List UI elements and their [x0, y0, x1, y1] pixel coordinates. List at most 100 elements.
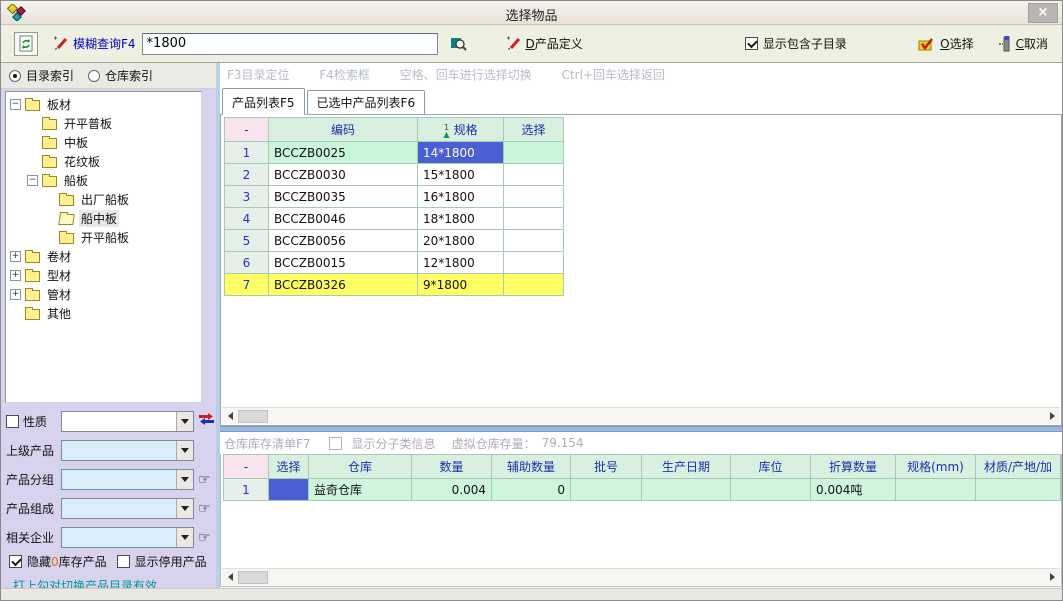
- column-header-code[interactable]: 编码: [269, 118, 418, 142]
- refresh-document-button[interactable]: [14, 32, 38, 56]
- collapse-icon[interactable]: −: [27, 175, 38, 186]
- hide-zero-stock-checkbox[interactable]: 隐藏0库存产品: [9, 553, 107, 570]
- cell-index[interactable]: 5: [225, 230, 269, 252]
- radio-icon[interactable]: [88, 70, 100, 82]
- cell-pick[interactable]: [504, 230, 564, 252]
- expand-icon[interactable]: +: [10, 270, 21, 281]
- column-header-material[interactable]: 材质/产地/加: [976, 455, 1061, 479]
- cell-index[interactable]: 1: [224, 479, 269, 501]
- cell-spec[interactable]: 12*1800: [418, 252, 504, 274]
- scroll-left-arrow[interactable]: [222, 408, 238, 425]
- cell-location[interactable]: [731, 479, 811, 501]
- expand-icon[interactable]: +: [10, 251, 21, 262]
- column-header-pick[interactable]: 选择: [269, 455, 309, 479]
- nature-checkbox[interactable]: [6, 415, 19, 428]
- column-header-pick[interactable]: 选择: [504, 118, 564, 142]
- molecule-info-checkbox[interactable]: [329, 437, 342, 450]
- catalog-tree[interactable]: −板材开平普板中板花纹板−船板出厂船板船中板开平船板+卷材+型材+管材其他: [5, 91, 202, 403]
- column-header-spec-mm[interactable]: 规格(mm): [896, 455, 976, 479]
- show-subdir-checkbox[interactable]: 显示包含子目录: [745, 35, 847, 52]
- cell-index[interactable]: 1: [225, 142, 269, 164]
- horizontal-scrollbar[interactable]: [222, 407, 1060, 424]
- cell-material[interactable]: [976, 479, 1061, 501]
- tree-item[interactable]: 开平船板: [6, 228, 201, 247]
- cell-spec-mm[interactable]: [896, 479, 976, 501]
- table-row[interactable]: 1BCCZB002514*1800: [225, 142, 564, 164]
- cell-index[interactable]: 7: [225, 274, 269, 296]
- collapse-icon[interactable]: −: [10, 99, 21, 110]
- cell-pick[interactable]: [504, 142, 564, 164]
- cell-pick[interactable]: [269, 479, 309, 501]
- table-row[interactable]: 4BCCZB004618*1800: [225, 208, 564, 230]
- horizontal-scrollbar[interactable]: [222, 568, 1060, 585]
- column-header-index[interactable]: -: [224, 455, 269, 479]
- cell-index[interactable]: 6: [225, 252, 269, 274]
- product-group-select[interactable]: [61, 469, 194, 490]
- checked-checkbox-icon[interactable]: [9, 555, 22, 568]
- checkbox-icon[interactable]: [117, 555, 130, 568]
- tree-item[interactable]: 开平普板: [6, 114, 201, 133]
- column-header-index[interactable]: -: [225, 118, 269, 142]
- table-row[interactable]: 1益奇仓库0.00400.004吨: [224, 479, 1061, 501]
- cell-aux-qty[interactable]: 0: [492, 479, 571, 501]
- column-header-location[interactable]: 库位: [731, 455, 811, 479]
- swap-icon[interactable]: [198, 413, 215, 430]
- checked-checkbox-icon[interactable]: [745, 37, 758, 50]
- tree-item[interactable]: 出厂船板: [6, 190, 201, 209]
- cell-pick[interactable]: [504, 186, 564, 208]
- column-header-warehouse[interactable]: 仓库: [309, 455, 412, 479]
- tree-item[interactable]: −船板: [6, 171, 201, 190]
- tree-item[interactable]: 船中板: [6, 209, 201, 228]
- cell-index[interactable]: 3: [225, 186, 269, 208]
- cell-spec[interactable]: 14*1800: [418, 142, 504, 164]
- cell-pick[interactable]: [504, 274, 564, 296]
- cell-conv-qty[interactable]: 0.004吨: [811, 479, 896, 501]
- cell-code[interactable]: BCCZB0046: [269, 208, 418, 230]
- radio-selected-icon[interactable]: [9, 70, 21, 82]
- cell-spec[interactable]: 18*1800: [418, 208, 504, 230]
- search-input[interactable]: [142, 33, 438, 55]
- dropdown-arrow-icon[interactable]: [176, 441, 193, 460]
- tree-item[interactable]: +卷材: [6, 247, 201, 266]
- cell-pick[interactable]: [504, 208, 564, 230]
- related-company-select[interactable]: [61, 527, 194, 548]
- table-row[interactable]: 2BCCZB003015*1800: [225, 164, 564, 186]
- cell-index[interactable]: 2: [225, 164, 269, 186]
- dropdown-arrow-icon[interactable]: [176, 470, 193, 489]
- column-header-qty[interactable]: 数量: [412, 455, 492, 479]
- column-header-prod-date[interactable]: 生产日期: [642, 455, 731, 479]
- catalog-index-radio[interactable]: 目录索引: [9, 67, 74, 84]
- cell-batch[interactable]: [571, 479, 642, 501]
- hand-pointer-icon[interactable]: ☞: [198, 530, 211, 546]
- parent-product-select[interactable]: [61, 440, 194, 461]
- hand-pointer-icon[interactable]: ☞: [198, 472, 211, 488]
- cell-pick[interactable]: [504, 164, 564, 186]
- scroll-thumb[interactable]: [238, 410, 268, 423]
- cell-warehouse[interactable]: 益奇仓库: [309, 479, 412, 501]
- column-header-spec[interactable]: 1▲规格: [418, 118, 504, 142]
- dropdown-arrow-icon[interactable]: [176, 412, 193, 431]
- cell-index[interactable]: 4: [225, 208, 269, 230]
- table-row[interactable]: 7BCCZB03269*1800: [225, 274, 564, 296]
- cancel-button[interactable]: C取消: [998, 35, 1048, 52]
- tab-selected-products[interactable]: 已选中产品列表F6: [307, 90, 426, 114]
- cell-code[interactable]: BCCZB0025: [269, 142, 418, 164]
- dropdown-arrow-icon[interactable]: [176, 528, 193, 547]
- table-row[interactable]: 6BCCZB001512*1800: [225, 252, 564, 274]
- cell-prod-date[interactable]: [642, 479, 731, 501]
- column-header-aux-qty[interactable]: 辅助数量: [492, 455, 571, 479]
- cell-spec[interactable]: 9*1800: [418, 274, 504, 296]
- scroll-right-arrow[interactable]: [1044, 569, 1060, 586]
- expand-icon[interactable]: +: [10, 289, 21, 300]
- select-button[interactable]: O选择: [918, 35, 973, 52]
- close-button[interactable]: ×: [1028, 3, 1058, 23]
- search-button[interactable]: [447, 33, 471, 55]
- tree-item[interactable]: +型材: [6, 266, 201, 285]
- cell-code[interactable]: BCCZB0015: [269, 252, 418, 274]
- cell-pick[interactable]: [504, 252, 564, 274]
- tree-item[interactable]: 其他: [6, 304, 201, 323]
- tab-product-list[interactable]: 产品列表F5: [222, 88, 305, 115]
- tree-item[interactable]: 花纹板: [6, 152, 201, 171]
- cell-code[interactable]: BCCZB0030: [269, 164, 418, 186]
- cell-code[interactable]: BCCZB0326: [269, 274, 418, 296]
